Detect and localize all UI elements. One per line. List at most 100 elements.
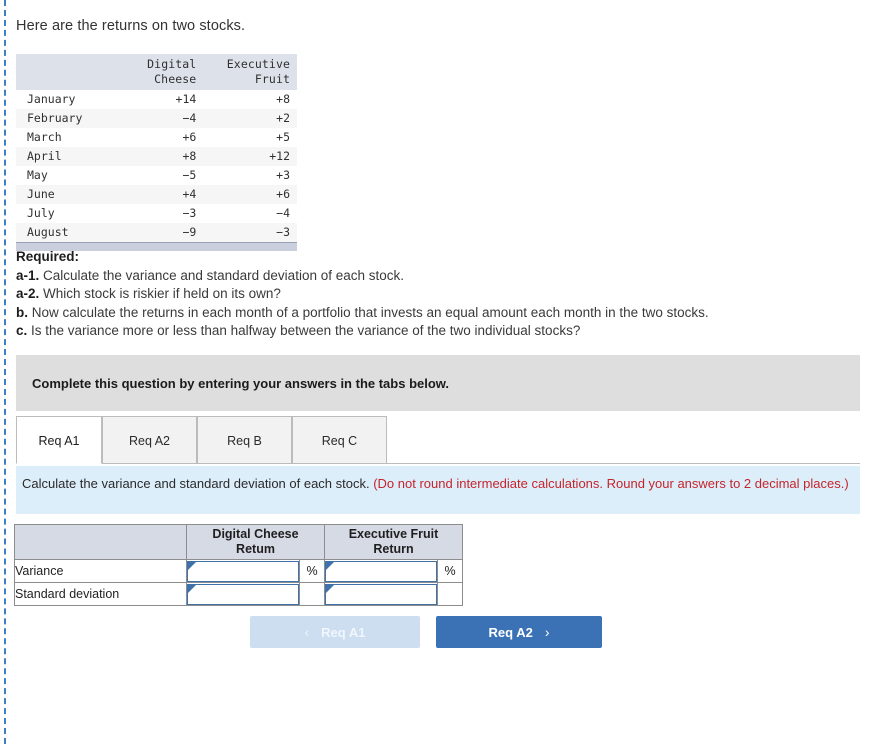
question-page: Here are the returns on two stocks. Digi… (0, 0, 887, 744)
chevron-left-icon: ‹ (304, 624, 310, 640)
returns-table-head: Digital Cheese Executive Fruit (16, 54, 297, 90)
required-item-b: b. Now calculate the returns in each mon… (16, 304, 866, 323)
variance-executive-fruit-percent: % (437, 559, 463, 583)
answer-header-executive-fruit: Executive Fruit Return (324, 524, 463, 560)
answer-row-variance: Variance % % (14, 559, 463, 583)
answer-row-standard-deviation: Standard deviation (14, 582, 463, 606)
answer-header-digital-line1: Digital Cheese (212, 527, 299, 541)
row-executive-fruit: +3 (276, 168, 290, 182)
row-executive-fruit: −4 (276, 206, 290, 220)
next-req-a2-label: Req A2 (488, 624, 533, 640)
row-digital-cheese: −4 (182, 111, 197, 125)
stddev-digital-cheese-cell (186, 582, 300, 606)
tab-instruction-note: (Do not round intermediate calculations.… (373, 476, 849, 491)
returns-table-header-row: Digital Cheese Executive Fruit (16, 54, 297, 90)
answer-table: Digital Cheese Retum Executive Fruit Ret… (14, 524, 463, 606)
required-item-a1-text: Calculate the variance and standard devi… (43, 267, 405, 283)
variance-digital-cheese-cell (186, 559, 300, 583)
prev-req-a1-button[interactable]: ‹ Req A1 (250, 616, 420, 648)
required-item-c: c. Is the variance more or less than hal… (16, 322, 866, 341)
table-row: May −5 +3 (16, 166, 297, 185)
table-row: August −9 −3 (16, 223, 297, 242)
answer-header-digital-cheese: Digital Cheese Retum (186, 524, 325, 560)
row-month: January (27, 92, 76, 106)
table-row: March +6 +5 (16, 128, 297, 147)
table-row: June +4 +6 (16, 185, 297, 204)
required-section: Required: a-1. Calculate the variance an… (16, 248, 866, 341)
intro-text: Here are the returns on two stocks. (16, 18, 246, 34)
returns-header-digital-line2: Cheese (154, 72, 197, 86)
answer-table-container: Digital Cheese Retum Executive Fruit Ret… (14, 524, 463, 606)
row-month: April (27, 149, 62, 163)
required-item-a1: a-1. Calculate the variance and standard… (16, 267, 866, 286)
required-item-a2-label: a-2. (16, 286, 40, 301)
row-month: July (27, 206, 55, 220)
answer-row-variance-label: Variance (14, 559, 187, 583)
table-row: July −3 −4 (16, 204, 297, 223)
required-item-a2-text: Which stock is riskier if held on its ow… (43, 286, 281, 301)
row-executive-fruit: +6 (276, 187, 290, 201)
row-executive-fruit: +12 (269, 149, 290, 163)
tab-instruction-banner: Calculate the variance and standard devi… (16, 466, 860, 514)
row-digital-cheese: −5 (182, 168, 197, 182)
variance-executive-fruit-input[interactable] (325, 560, 437, 582)
stddev-executive-fruit-input[interactable] (325, 583, 437, 605)
requirement-tabs: Req A1 Req A2 Req B Req C (16, 416, 860, 464)
tab-req-c-label: Req C (321, 434, 358, 448)
required-item-a1-label: a-1. (16, 267, 40, 283)
required-item-b-text: Now calculate the returns in each month … (31, 304, 709, 320)
row-executive-fruit: −3 (276, 225, 290, 239)
next-req-a2-button[interactable]: Req A2 › (436, 616, 602, 648)
tab-req-a2[interactable]: Req A2 (102, 416, 197, 464)
returns-table-body: January +14 +8 February −4 +2 March +6 +… (16, 90, 297, 242)
required-item-c-label: c. (16, 323, 28, 338)
required-item-a2: a-2. Which stock is riskier if held on i… (16, 285, 866, 304)
row-month: August (27, 225, 69, 239)
returns-header-digital-cheese: Digital Cheese (109, 54, 204, 90)
answer-header-corner (14, 524, 187, 560)
row-digital-cheese: +8 (182, 149, 197, 163)
row-executive-fruit: +2 (276, 111, 290, 125)
row-month: February (27, 111, 83, 125)
stddev-executive-fruit-percent (437, 582, 463, 606)
returns-header-blank (16, 54, 110, 90)
returns-header-digital-line1: Digital (147, 57, 197, 71)
tab-req-c[interactable]: Req C (292, 416, 387, 464)
table-row: February −4 +2 (16, 109, 297, 128)
row-digital-cheese: +4 (182, 187, 197, 201)
returns-header-executive-fruit: Executive Fruit (203, 54, 297, 90)
row-digital-cheese: −9 (182, 225, 197, 239)
tab-req-a1[interactable]: Req A1 (16, 416, 102, 464)
required-item-b-label: b. (16, 304, 28, 320)
row-executive-fruit: +8 (276, 92, 290, 106)
answer-header-digital-line2: Retum (236, 542, 275, 556)
complete-question-text: Complete this question by entering your … (32, 376, 450, 391)
stddev-digital-cheese-percent (299, 582, 325, 606)
tab-req-a2-label: Req A2 (128, 434, 170, 448)
row-digital-cheese: +6 (182, 130, 197, 144)
table-row: January +14 +8 (16, 90, 297, 109)
row-executive-fruit: +5 (276, 130, 290, 144)
row-digital-cheese: +14 (175, 92, 197, 106)
stddev-executive-fruit-cell (324, 582, 438, 606)
complete-question-bar: Complete this question by entering your … (16, 355, 860, 411)
stddev-digital-cheese-input[interactable] (187, 583, 299, 605)
row-month: June (27, 187, 55, 201)
answer-header-executive-line1: Executive Fruit (348, 527, 439, 541)
variance-executive-fruit-cell (324, 559, 438, 583)
chevron-right-icon: › (544, 624, 550, 640)
variance-digital-cheese-input[interactable] (187, 560, 299, 582)
required-heading-text: Required: (16, 249, 80, 264)
answer-table-body: Variance % % Standard deviation (14, 559, 463, 606)
row-digital-cheese: −3 (182, 206, 197, 220)
returns-table-container: Digital Cheese Executive Fruit January +… (16, 54, 297, 251)
tab-instruction-main: Calculate the variance and standard devi… (22, 476, 374, 491)
tab-req-b-label: Req B (227, 434, 262, 448)
answer-header-executive-line2: Return (373, 542, 414, 556)
required-item-c-text: Is the variance more or less than halfwa… (31, 323, 581, 338)
row-month: March (27, 130, 62, 144)
returns-table: Digital Cheese Executive Fruit January +… (16, 54, 297, 242)
tab-req-b[interactable]: Req B (197, 416, 292, 464)
answer-table-head: Digital Cheese Retum Executive Fruit Ret… (14, 524, 463, 560)
table-row: April +8 +12 (16, 147, 297, 166)
